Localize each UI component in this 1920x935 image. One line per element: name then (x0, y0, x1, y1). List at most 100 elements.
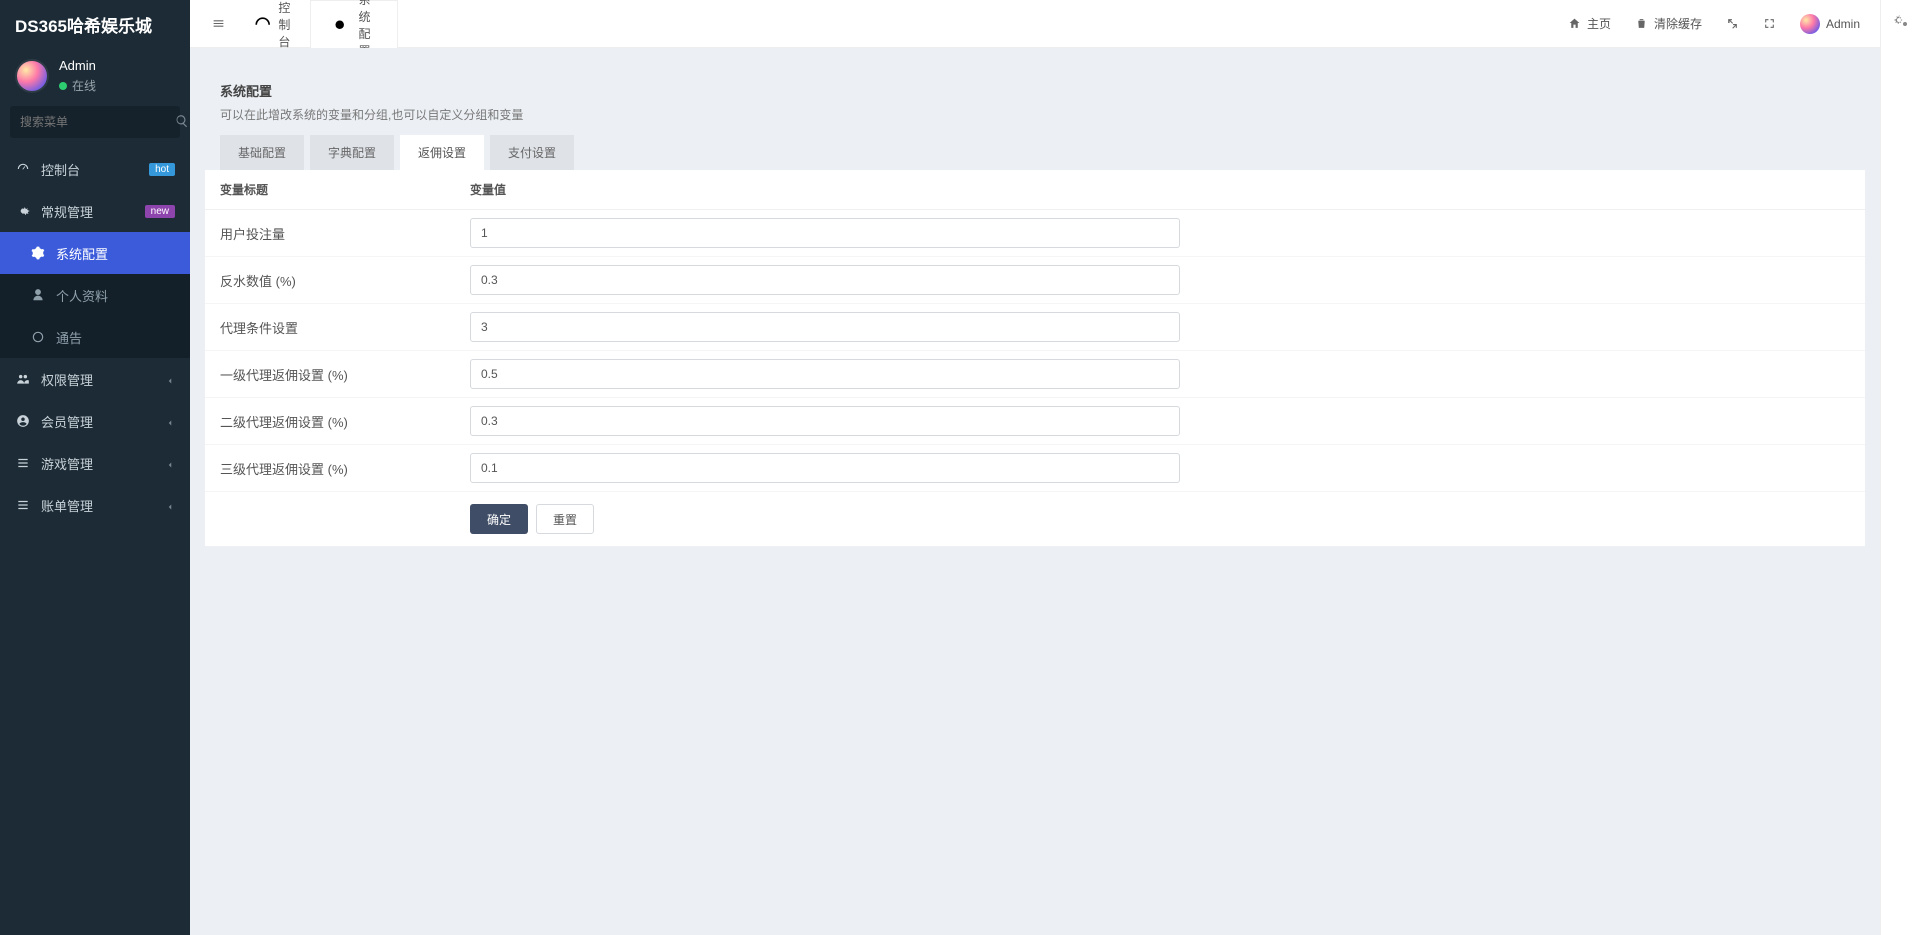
badge-hot: hot (149, 163, 175, 176)
table-row: 三级代理返佣设置 (%) (205, 445, 1865, 492)
language-button[interactable] (1716, 1, 1749, 47)
clear-cache-button[interactable]: 清除缓存 (1625, 1, 1712, 47)
gear-icon (327, 12, 352, 37)
sidebar-item-profile[interactable]: 个人资料 (0, 274, 190, 316)
sidebar-item-dashboard[interactable]: 控制台 hot (0, 148, 190, 190)
right-settings-bar[interactable] (1880, 0, 1920, 935)
chevron-left-icon (165, 374, 175, 384)
row-value-cell (455, 445, 1865, 492)
cogs-icon (1893, 14, 1909, 33)
home-label: 主页 (1587, 15, 1611, 32)
value-input[interactable] (470, 406, 1180, 436)
row-value-cell (455, 257, 1865, 304)
gear-icon (30, 245, 46, 261)
status-dot-icon (59, 82, 67, 90)
user-status-text: 在线 (72, 77, 96, 94)
sidebar-item-label: 控制台 (41, 160, 139, 179)
sidebar-subnav: 系统配置 个人资料 通告 (0, 232, 190, 358)
tab-dict[interactable]: 字典配置 (310, 135, 394, 170)
sidebar-item-system-config[interactable]: 系统配置 (0, 232, 190, 274)
search-box[interactable] (10, 106, 180, 138)
table-row: 反水数值 (%) (205, 257, 1865, 304)
menu-icon (212, 17, 225, 30)
sidebar-item-notice[interactable]: 通告 (0, 316, 190, 358)
user-menu-label: Admin (1826, 17, 1860, 31)
menu-toggle-button[interactable] (200, 1, 237, 47)
reset-button[interactable]: 重置 (536, 504, 594, 534)
top-tab-label: 控制台 (278, 0, 295, 50)
sidebar-nav: 控制台 hot 常规管理 new (0, 148, 190, 232)
value-input[interactable] (470, 218, 1180, 248)
table-row: 一级代理返佣设置 (%) (205, 351, 1865, 398)
main: 控制台 系统配置 主页 清除缓存 Admin (190, 0, 1880, 935)
user-circle-icon (15, 413, 31, 429)
dashboard-icon (253, 15, 272, 34)
row-value-cell (455, 210, 1865, 257)
sidebar-item-label: 账单管理 (41, 496, 155, 515)
value-input[interactable] (470, 312, 1180, 342)
row-value-cell (455, 304, 1865, 351)
user-menu[interactable]: Admin (1790, 1, 1870, 47)
chevron-left-icon (165, 458, 175, 468)
search-input[interactable] (20, 115, 175, 129)
avatar[interactable] (15, 59, 49, 93)
row-label: 二级代理返佣设置 (%) (205, 398, 455, 445)
value-input[interactable] (470, 265, 1180, 295)
trash-icon (1635, 17, 1648, 30)
list-icon (15, 455, 31, 471)
tab-basic[interactable]: 基础配置 (220, 135, 304, 170)
table-row: 二级代理返佣设置 (%) (205, 398, 1865, 445)
content: 系统配置 可以在此增改系统的变量和分组,也可以自定义分组和变量 基础配置 字典配… (190, 48, 1880, 935)
value-input[interactable] (470, 453, 1180, 483)
fullscreen-button[interactable] (1753, 1, 1786, 47)
expand-icon (1763, 17, 1776, 30)
top-tab-dashboard[interactable]: 控制台 (237, 1, 311, 47)
col-header-value: 变量值 (455, 170, 1865, 210)
sidebar-item-general[interactable]: 常规管理 new (0, 190, 190, 232)
row-label: 反水数值 (%) (205, 257, 455, 304)
search-icon[interactable] (175, 114, 189, 131)
sidebar-groups: 权限管理 会员管理 游戏管理 账单管理 (0, 358, 190, 526)
badge-new: new (145, 205, 175, 218)
sidebar: DS365哈希娱乐城 Admin 在线 控制台 hot 常规管理 new (0, 0, 190, 935)
tab-rebate[interactable]: 返佣设置 (400, 135, 484, 170)
form-table: 变量标题 变量值 用户投注量反水数值 (%)代理条件设置一级代理返佣设置 (%)… (205, 170, 1865, 492)
user-panel: Admin 在线 (0, 48, 190, 106)
home-button[interactable]: 主页 (1558, 1, 1621, 47)
sidebar-item-permission[interactable]: 权限管理 (0, 358, 190, 400)
row-value-cell (455, 351, 1865, 398)
sidebar-item-member[interactable]: 会员管理 (0, 400, 190, 442)
clear-cache-label: 清除缓存 (1654, 15, 1702, 32)
home-icon (1568, 17, 1581, 30)
sidebar-item-game[interactable]: 游戏管理 (0, 442, 190, 484)
user-icon (30, 287, 46, 303)
users-icon (15, 371, 31, 387)
sidebar-item-label: 通告 (56, 328, 175, 347)
col-header-title: 变量标题 (205, 170, 455, 210)
sidebar-item-bill[interactable]: 账单管理 (0, 484, 190, 526)
chevron-left-icon (165, 416, 175, 426)
row-value-cell (455, 398, 1865, 445)
config-tabs: 基础配置 字典配置 返佣设置 支付设置 (205, 135, 1865, 170)
row-label: 三级代理返佣设置 (%) (205, 445, 455, 492)
user-status: 在线 (59, 77, 96, 94)
value-input[interactable] (470, 359, 1180, 389)
panel-header: 系统配置 可以在此增改系统的变量和分组,也可以自定义分组和变量 (205, 63, 1865, 135)
table-row: 代理条件设置 (205, 304, 1865, 351)
avatar-small-icon (1800, 14, 1820, 34)
sidebar-item-label: 游戏管理 (41, 454, 155, 473)
table-row: 用户投注量 (205, 210, 1865, 257)
tab-payment[interactable]: 支付设置 (490, 135, 574, 170)
chevron-left-icon (165, 500, 175, 510)
panel-title: 系统配置 (220, 81, 1850, 100)
row-label: 用户投注量 (205, 210, 455, 257)
brand-title: DS365哈希娱乐城 (0, 0, 190, 48)
row-label: 一级代理返佣设置 (%) (205, 351, 455, 398)
topbar: 控制台 系统配置 主页 清除缓存 Admin (190, 0, 1880, 48)
top-tab-system-config[interactable]: 系统配置 (311, 1, 397, 47)
cogs-icon (15, 203, 31, 219)
row-label: 代理条件设置 (205, 304, 455, 351)
submit-button[interactable]: 确定 (470, 504, 528, 534)
sidebar-item-label: 个人资料 (56, 286, 175, 305)
sidebar-item-label: 会员管理 (41, 412, 155, 431)
